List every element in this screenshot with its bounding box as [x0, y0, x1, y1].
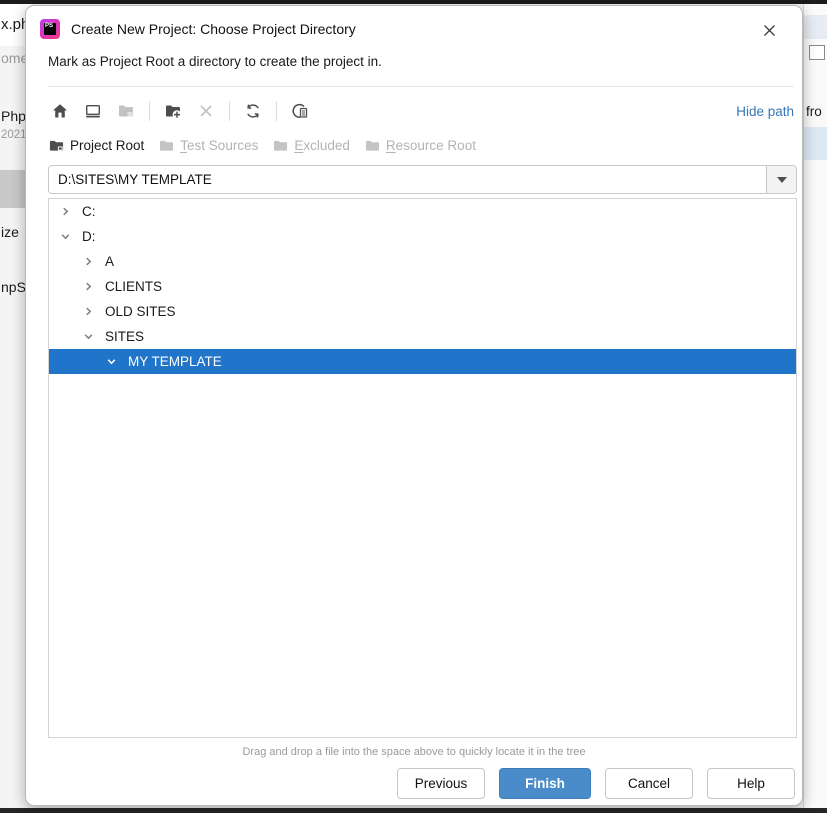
backdrop-text-fragment: ize — [1, 224, 19, 240]
folder-icon — [49, 139, 64, 152]
mark-tab-excluded[interactable]: Excluded — [273, 138, 350, 153]
toolbar-separator — [149, 101, 150, 121]
close-icon[interactable] — [758, 19, 780, 41]
path-input[interactable]: D:\SITES\MY TEMPLATE — [49, 166, 766, 193]
mark-tab-label: Resource Root — [386, 138, 476, 153]
cancel-button[interactable]: Cancel — [605, 768, 693, 799]
dialog-title-bar[interactable]: PS Create New Project: Choose Project Di… — [40, 16, 788, 42]
tree-row-d-[interactable]: D: — [49, 224, 796, 249]
backdrop-right-band — [804, 15, 827, 39]
show-hidden-files-icon[interactable] — [290, 101, 310, 121]
mark-tab-project-root[interactable]: Project Root — [49, 138, 144, 153]
finish-button[interactable]: Finish — [499, 768, 591, 799]
previous-button[interactable]: Previous — [397, 768, 485, 799]
backdrop-right-selected-band — [804, 127, 827, 160]
chevron-right-icon[interactable] — [59, 206, 71, 218]
drag-drop-hint: Drag and drop a file into the space abov… — [26, 746, 802, 758]
new-folder-icon[interactable] — [163, 101, 183, 121]
home-icon[interactable] — [50, 101, 70, 121]
dialog-instruction-text: Mark as Project Root a directory to crea… — [48, 54, 382, 69]
mark-tab-label: Excluded — [294, 138, 350, 153]
backdrop-checkbox — [809, 45, 825, 60]
tree-row-clients[interactable]: CLIENTS — [49, 274, 796, 299]
mark-tab-label: Project Root — [70, 138, 144, 153]
tree-node-label: D: — [82, 229, 96, 244]
mark-tab-label: Test Sources — [180, 138, 258, 153]
hide-path-link[interactable]: Hide path — [736, 104, 794, 119]
folder-icon — [365, 139, 380, 152]
desktop-icon[interactable] — [83, 101, 103, 121]
choose-project-directory-dialog: PS Create New Project: Choose Project Di… — [25, 5, 803, 806]
tree-node-label: C: — [82, 204, 96, 219]
help-button[interactable]: Help — [707, 768, 795, 799]
mark-tab-resource-root[interactable]: Resource Root — [365, 138, 476, 153]
tree-node-label: MY TEMPLATE — [128, 354, 222, 369]
dialog-title: Create New Project: Choose Project Direc… — [71, 21, 356, 37]
toolbar-separator — [276, 101, 277, 121]
tree-row-c-[interactable]: C: — [49, 199, 796, 224]
mark-tab-test-sources[interactable]: Test Sources — [159, 138, 258, 153]
toolbar-separator — [229, 101, 230, 121]
tree-row-a[interactable]: A — [49, 249, 796, 274]
mark-as-tabs: Project Root Test Sources Excluded Resource… — [49, 134, 476, 156]
backdrop-text-fragment: fro — [806, 104, 822, 119]
tree-node-label: A — [105, 254, 114, 269]
tree-row-my-template[interactable]: MY TEMPLATE — [49, 349, 796, 374]
chevron-down-icon[interactable] — [82, 331, 94, 343]
dialog-button-row: Previous Finish Cancel Help — [397, 768, 795, 799]
folder-icon — [159, 139, 174, 152]
delete-icon — [196, 101, 216, 121]
chevron-down-icon[interactable] — [766, 166, 796, 193]
divider — [48, 86, 794, 87]
chevron-right-icon[interactable] — [82, 306, 94, 318]
path-combo-box[interactable]: D:\SITES\MY TEMPLATE — [48, 165, 797, 194]
chevron-down-icon[interactable] — [59, 231, 71, 243]
backdrop-top-bar — [0, 0, 827, 4]
tree-row-sites[interactable]: SITES — [49, 324, 796, 349]
chevron-right-icon[interactable] — [82, 281, 94, 293]
backdrop-right-window: fro — [803, 4, 827, 808]
chevron-down-icon[interactable] — [105, 356, 117, 368]
phpstorm-icon: PS — [40, 19, 60, 39]
directory-tree[interactable]: C: D: A CLIENTS OLD SITES SITES MY TEMPLATE — [48, 198, 797, 738]
folder-icon — [273, 139, 288, 152]
tree-row-old-sites[interactable]: OLD SITES — [49, 299, 796, 324]
refresh-icon[interactable] — [243, 101, 263, 121]
file-chooser-toolbar: Hide path — [50, 98, 794, 124]
backdrop-bottom-bar — [0, 808, 827, 813]
tree-node-label: OLD SITES — [105, 304, 176, 319]
tree-node-label: SITES — [105, 329, 144, 344]
chevron-right-icon[interactable] — [82, 256, 94, 268]
project-folder-icon — [116, 101, 136, 121]
tree-node-label: CLIENTS — [105, 279, 162, 294]
